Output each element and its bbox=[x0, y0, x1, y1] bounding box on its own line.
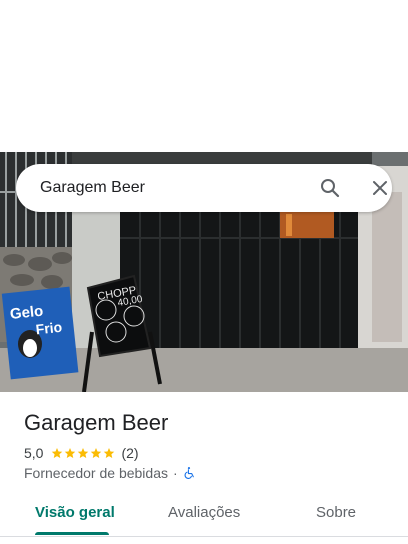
rating-value: 5,0 bbox=[24, 445, 44, 461]
search-icon[interactable] bbox=[320, 178, 340, 198]
star-icon bbox=[65, 448, 76, 458]
separator: · bbox=[173, 465, 178, 481]
place-tabs: Visão geral Avaliações Sobre bbox=[0, 496, 408, 536]
ice-sign: Gelo Frio bbox=[1, 286, 79, 380]
place-category: Fornecedor de bebidas bbox=[24, 465, 168, 481]
active-tab-indicator bbox=[35, 532, 109, 535]
close-icon[interactable] bbox=[372, 180, 388, 196]
star-icon bbox=[91, 448, 102, 458]
search-bar[interactable]: Garagem Beer bbox=[16, 164, 392, 212]
divider bbox=[0, 536, 408, 537]
ice-sign-line2: Frio bbox=[35, 319, 63, 338]
tab-about[interactable]: Sobre bbox=[316, 504, 356, 521]
tab-overview[interactable]: Visão geral bbox=[35, 504, 115, 521]
rating-row[interactable]: 5,0 (2) bbox=[24, 444, 139, 462]
wheelchair-icon bbox=[184, 467, 194, 479]
review-count[interactable]: (2) bbox=[121, 445, 138, 461]
place-title: Garagem Beer bbox=[24, 410, 169, 435]
star-icon bbox=[78, 448, 89, 458]
category-row: Fornecedor de bebidas · bbox=[24, 464, 196, 482]
tab-reviews[interactable]: Avaliações bbox=[168, 504, 240, 521]
star-icon bbox=[104, 448, 115, 458]
star-icon bbox=[52, 448, 63, 458]
blank-area bbox=[0, 0, 408, 152]
ice-sign-line1: Gelo bbox=[9, 303, 44, 323]
star-rating bbox=[51, 447, 115, 459]
